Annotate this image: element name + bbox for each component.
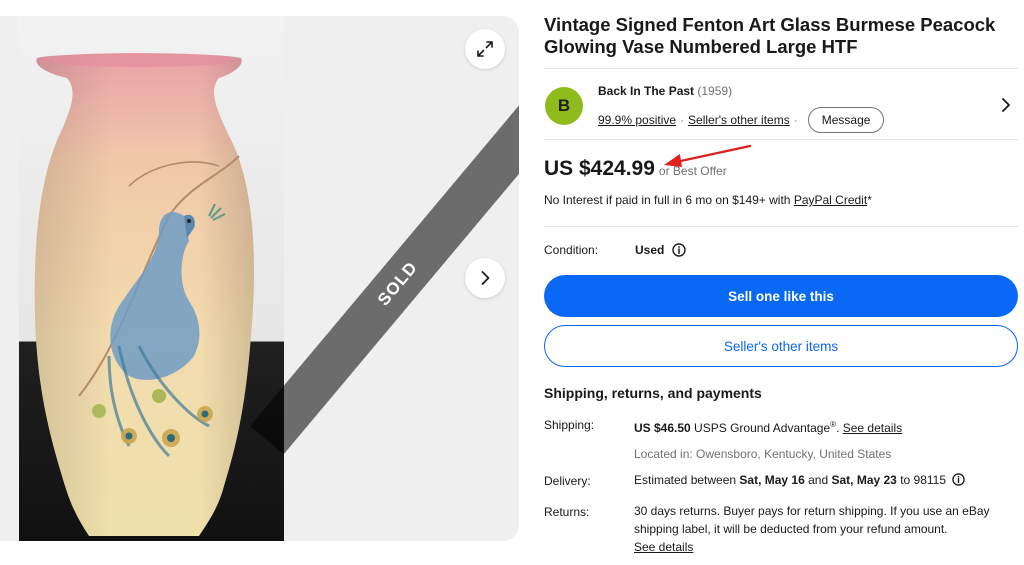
info-icon[interactable] bbox=[952, 473, 966, 486]
delivery-start: Sat, May 16 bbox=[739, 473, 805, 487]
message-button[interactable]: Message bbox=[807, 107, 885, 133]
sold-label: SOLD bbox=[373, 257, 422, 310]
paypal-credit-link[interactable]: PayPal Credit bbox=[794, 193, 867, 207]
separator-dot: · bbox=[793, 113, 798, 127]
price: US $424.99 bbox=[544, 157, 655, 180]
listing-details: Vintage Signed Fenton Art Glass Burmese … bbox=[544, 14, 1018, 554]
condition-value-wrap: Used bbox=[635, 243, 687, 257]
seller-links: 99.9% positive · Seller's other items · … bbox=[598, 107, 885, 133]
vase-illustration bbox=[34, 53, 255, 536]
returns-label: Returns: bbox=[544, 505, 590, 519]
shipping-see-details-link[interactable]: See details bbox=[843, 421, 902, 435]
seller-card[interactable]: B Back In The Past (1959) 99.9% positive… bbox=[544, 68, 1018, 140]
shipping-section-title: Shipping, returns, and payments bbox=[544, 385, 762, 401]
chevron-right-icon[interactable] bbox=[1000, 97, 1012, 113]
returns-value: 30 days returns. Buyer pays for return s… bbox=[634, 502, 1018, 556]
seller-avatar[interactable]: B bbox=[545, 87, 583, 125]
credit-offer: No Interest if paid in full in 6 mo on $… bbox=[544, 193, 872, 207]
delivery-and: and bbox=[804, 473, 832, 487]
sell-one-like-this-button[interactable]: Sell one like this bbox=[544, 275, 1018, 317]
red-arrow-annotation bbox=[664, 144, 752, 167]
seller-feedback-count: (1959) bbox=[697, 84, 733, 98]
delivery-zip: to 98115 bbox=[896, 473, 947, 487]
returns-see-details-link[interactable]: See details bbox=[634, 540, 693, 554]
shipping-value: US $46.50 USPS Ground Advantage®. See de… bbox=[634, 416, 1018, 463]
shipping-cost: US $46.50 bbox=[634, 421, 691, 435]
shipping-line: US $46.50 USPS Ground Advantage®. See de… bbox=[634, 420, 903, 435]
chevron-right-icon bbox=[481, 271, 490, 285]
delivery-value: Estimated between Sat, May 16 and Sat, M… bbox=[634, 471, 1018, 489]
returns-text: 30 days returns. Buyer pays for return s… bbox=[634, 504, 990, 536]
expand-button[interactable] bbox=[465, 29, 505, 69]
seller-positive-link[interactable]: 99.9% positive bbox=[598, 113, 676, 127]
credit-suffix: * bbox=[867, 193, 872, 207]
condition-label: Condition: bbox=[544, 243, 599, 257]
listing-title: Vintage Signed Fenton Art Glass Burmese … bbox=[544, 14, 996, 57]
delivery-prefix: Estimated between bbox=[634, 473, 740, 487]
condition-value: Used bbox=[635, 243, 665, 257]
next-image-button[interactable] bbox=[465, 258, 505, 298]
image-gallery[interactable]: SOLD bbox=[0, 16, 519, 541]
shipping-service: USPS Ground Advantage bbox=[690, 421, 831, 435]
info-icon[interactable] bbox=[672, 243, 687, 257]
seller-name[interactable]: Back In The Past bbox=[598, 84, 694, 98]
product-photo bbox=[19, 16, 284, 541]
expand-icon bbox=[477, 41, 493, 57]
credit-text: No Interest if paid in full in 6 mo on $… bbox=[544, 193, 794, 207]
delivery-end: Sat, May 23 bbox=[831, 473, 897, 487]
seller-name-line: Back In The Past (1959) bbox=[598, 84, 732, 98]
seller-other-items-button[interactable]: Seller's other items bbox=[544, 325, 1018, 367]
shipping-label: Shipping: bbox=[544, 418, 595, 432]
delivery-label: Delivery: bbox=[544, 474, 591, 488]
divider bbox=[544, 226, 1018, 227]
seller-other-items-link[interactable]: Seller's other items bbox=[688, 113, 790, 127]
separator-dot: · bbox=[680, 113, 685, 127]
item-location: Located in: Owensboro, Kentucky, United … bbox=[634, 447, 892, 461]
